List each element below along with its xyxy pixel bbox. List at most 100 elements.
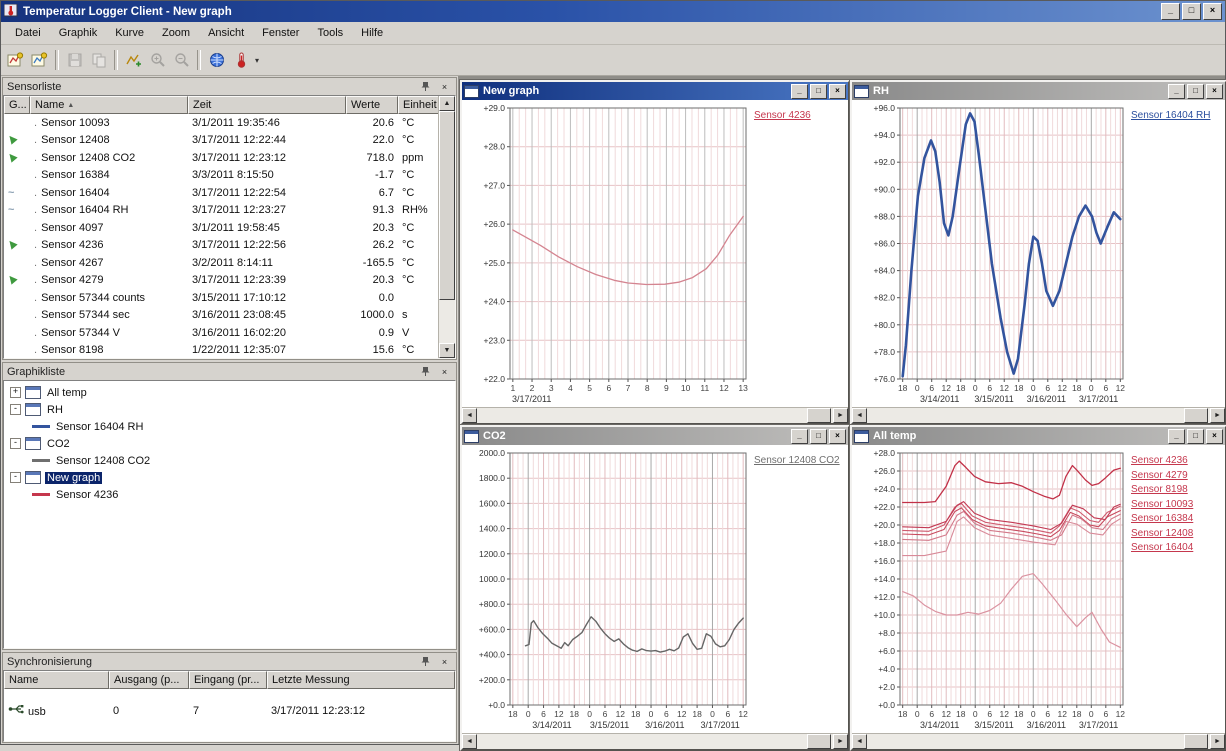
chart-plot-area[interactable]: +29.0+28.0+27.0+26.0+25.0+24.0+23.0+22.0… <box>464 102 752 406</box>
tree-label[interactable]: Sensor 4236 <box>54 489 120 501</box>
save-icon[interactable] <box>63 49 86 72</box>
scroll-left-icon[interactable]: ◄ <box>462 408 477 423</box>
table-row[interactable]: .Sensor 124083/17/2011 12:22:4422.0°C <box>4 132 439 150</box>
maximize-button[interactable]: □ <box>1187 84 1204 99</box>
maximize-button[interactable]: □ <box>810 84 827 99</box>
table-row[interactable]: .Sensor 12408 CO23/17/2011 12:23:12718.0… <box>4 149 439 167</box>
tree-item[interactable]: - RH <box>6 401 453 418</box>
tree-item[interactable]: Sensor 4236 <box>6 486 453 503</box>
close-button[interactable]: × <box>1206 84 1223 99</box>
table-row[interactable]: ~.Sensor 164043/17/2011 12:22:546.7°C <box>4 184 439 202</box>
chart-plot-area[interactable]: +28.0+26.0+24.0+22.0+20.0+18.0+16.0+14.0… <box>854 447 1129 732</box>
close-icon[interactable]: × <box>437 655 452 668</box>
menu-item-tools[interactable]: Tools <box>309 25 351 41</box>
tree-label[interactable]: Sensor 16404 RH <box>54 421 145 433</box>
scroll-right-icon[interactable]: ► <box>1210 734 1225 749</box>
table-row[interactable]: .Sensor 57344 sec3/16/2011 23:08:451000.… <box>4 307 439 325</box>
scroll-right-icon[interactable]: ► <box>1210 408 1225 423</box>
close-button[interactable]: × <box>1203 3 1222 20</box>
close-button[interactable]: × <box>829 429 846 444</box>
scroll-thumb[interactable] <box>1184 734 1208 749</box>
child-titlebar[interactable]: CO2 _ □ × <box>462 427 848 445</box>
legend-link[interactable]: Sensor 12408 <box>1131 528 1222 541</box>
window-new-graph[interactable]: New graph _ □ × +29.0+28.0+27.0+26.0+25.… <box>460 80 850 425</box>
table-row[interactable]: .Sensor 163843/3/2011 8:15:50-1.7°C <box>4 167 439 185</box>
h-scrollbar[interactable]: ◄ ► <box>462 407 848 423</box>
legend-link[interactable]: Sensor 10093 <box>1131 499 1222 512</box>
column-header-zeit[interactable]: Zeit <box>188 96 346 114</box>
toolbar-overflow-icon[interactable]: ▾ <box>255 56 259 65</box>
add-curve-icon[interactable] <box>122 49 145 72</box>
h-scrollbar[interactable]: ◄ ► <box>852 407 1225 423</box>
pin-icon[interactable] <box>418 365 433 378</box>
column-header-eingangpr[interactable]: Eingang (pr... <box>189 671 267 689</box>
zoom-in-icon[interactable] <box>146 49 169 72</box>
table-row[interactable]: .Sensor 40973/1/2011 19:58:4520.3°C <box>4 219 439 237</box>
legend-link[interactable]: Sensor 4236 <box>754 110 845 123</box>
table-row[interactable]: .Sensor 42793/17/2011 12:23:3920.3°C <box>4 272 439 290</box>
copy-icon[interactable] <box>87 49 110 72</box>
column-header-letztemessung[interactable]: Letzte Messung <box>267 671 455 689</box>
menu-item-ansicht[interactable]: Ansicht <box>200 25 252 41</box>
pin-icon[interactable] <box>418 655 433 668</box>
minimize-button[interactable]: _ <box>1168 429 1185 444</box>
h-scrollbar[interactable]: ◄ ► <box>852 733 1225 749</box>
collapse-icon[interactable]: - <box>10 438 21 449</box>
tree-label[interactable]: RH <box>45 404 65 416</box>
pin-icon[interactable] <box>418 80 433 93</box>
legend-link[interactable]: Sensor 4236 <box>1131 455 1222 468</box>
scroll-left-icon[interactable]: ◄ <box>462 734 477 749</box>
menu-item-graphik[interactable]: Graphik <box>51 25 106 41</box>
collapse-icon[interactable]: - <box>10 472 21 483</box>
expand-icon[interactable]: + <box>10 387 21 398</box>
child-titlebar[interactable]: New graph _ □ × <box>462 82 848 100</box>
window-co2[interactable]: CO2 _ □ × 2000.01800.01600.01400.01200.0… <box>460 425 850 751</box>
collapse-icon[interactable]: - <box>10 404 21 415</box>
scroll-down-icon[interactable]: ▼ <box>439 343 455 358</box>
menu-item-fenster[interactable]: Fenster <box>254 25 307 41</box>
thermometer-icon[interactable] <box>229 49 252 72</box>
menu-item-hilfe[interactable]: Hilfe <box>353 25 391 41</box>
sensorliste-scrollbar[interactable]: ▲ ▼ <box>438 96 455 358</box>
sync-row[interactable]: usb073/17/2011 12:23:12 <box>4 703 455 718</box>
open-graph-icon[interactable] <box>28 49 51 72</box>
scroll-thumb[interactable] <box>1184 408 1208 423</box>
minimize-button[interactable]: _ <box>1168 84 1185 99</box>
legend-link[interactable]: Sensor 16384 <box>1131 513 1222 526</box>
table-row[interactable]: .Sensor 57344 counts3/15/2011 17:10:120.… <box>4 289 439 307</box>
child-titlebar[interactable]: All temp _ □ × <box>852 427 1225 445</box>
column-header-ausgangp[interactable]: Ausgang (p... <box>109 671 189 689</box>
tree-label[interactable]: All temp <box>45 387 89 399</box>
legend-link[interactable]: Sensor 16404 RH <box>1131 110 1222 123</box>
tree-item[interactable]: + All temp <box>6 384 453 401</box>
scroll-right-icon[interactable]: ► <box>833 408 848 423</box>
tree-label[interactable]: Sensor 12408 CO2 <box>54 455 152 467</box>
web-help-icon[interactable] <box>205 49 228 72</box>
scroll-left-icon[interactable]: ◄ <box>852 408 867 423</box>
scroll-thumb[interactable] <box>439 111 455 300</box>
close-button[interactable]: × <box>1206 429 1223 444</box>
scroll-right-icon[interactable]: ► <box>833 734 848 749</box>
table-row[interactable]: .Sensor 42673/2/2011 8:14:11-165.5°C <box>4 254 439 272</box>
legend-link[interactable]: Sensor 8198 <box>1131 484 1222 497</box>
close-icon[interactable]: × <box>437 365 452 378</box>
child-titlebar[interactable]: RH _ □ × <box>852 82 1225 100</box>
legend-link[interactable]: Sensor 4279 <box>1131 470 1222 483</box>
maximize-button[interactable]: □ <box>810 429 827 444</box>
table-row[interactable]: .Sensor 57344 V3/16/2011 16:02:200.9V <box>4 324 439 342</box>
minimize-button[interactable]: _ <box>791 84 808 99</box>
tree-label[interactable]: CO2 <box>45 438 72 450</box>
menu-item-zoom[interactable]: Zoom <box>154 25 198 41</box>
window-all-temp[interactable]: All temp _ □ × +28.0+26.0+24.0+22.0+20.0… <box>850 425 1226 751</box>
maximize-button[interactable]: □ <box>1187 429 1204 444</box>
tree-label[interactable]: New graph <box>45 472 102 484</box>
tree-item[interactable]: - New graph <box>6 469 453 486</box>
menu-item-kurve[interactable]: Kurve <box>107 25 152 41</box>
zoom-out-icon[interactable] <box>170 49 193 72</box>
column-header-name[interactable]: Name <box>4 671 109 689</box>
new-graph-icon[interactable] <box>4 49 27 72</box>
app-titlebar[interactable]: Temperatur Logger Client - New graph _ □… <box>1 1 1225 22</box>
column-header-name[interactable]: Name▲ <box>30 96 188 114</box>
table-row[interactable]: .Sensor 81981/22/2011 12:35:0715.6°C <box>4 342 439 360</box>
tree-item[interactable]: - CO2 <box>6 435 453 452</box>
